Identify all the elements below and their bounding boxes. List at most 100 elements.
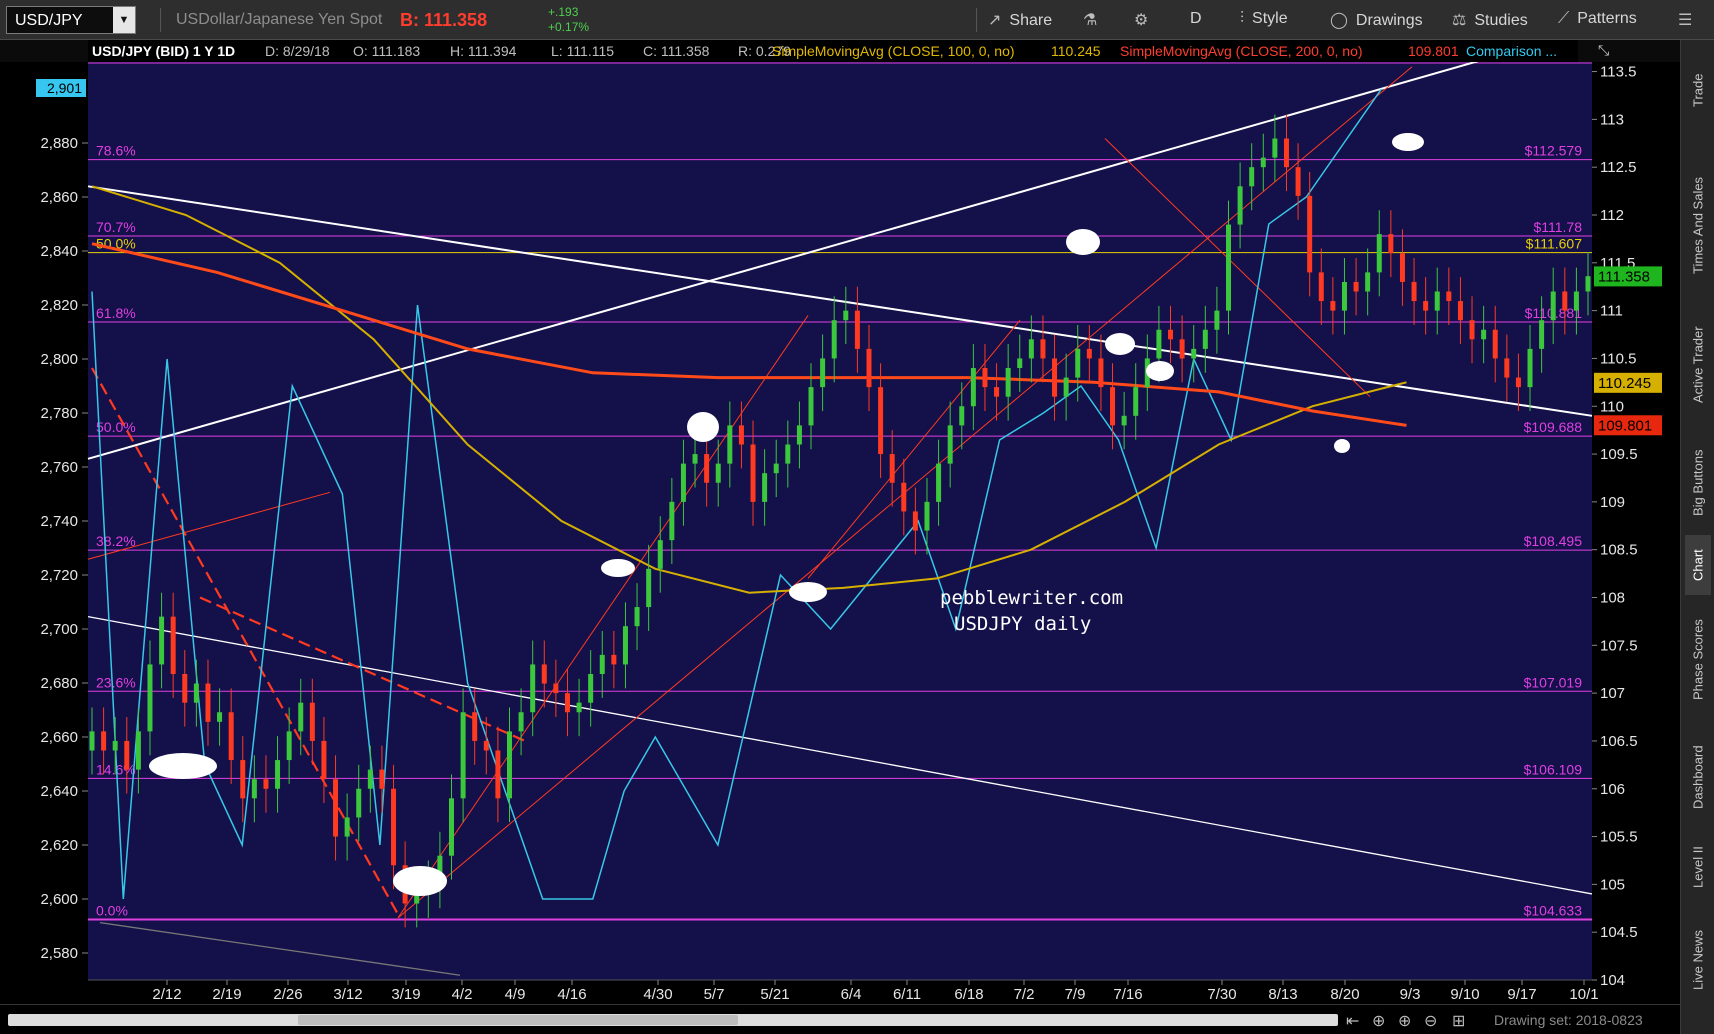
chart-area[interactable]: 2,580 2,600 2,620 2,640 2,660 2,680 2,700 2,720… <box>0 27 1680 1004</box>
x-axis-label: 5/7 <box>704 986 725 1003</box>
candle-body <box>1156 329 1162 359</box>
menu-icon: ☰ <box>1678 12 1693 29</box>
x-axis-label: 4/16 <box>557 986 586 1003</box>
yellow-level-price: $111.607 <box>1526 236 1583 252</box>
fib-pct-label: 50.0% <box>96 419 136 435</box>
candle-body <box>646 568 652 608</box>
left-axis-label: 2,720 <box>40 567 78 584</box>
fib-pct-label: 38.2% <box>96 533 136 549</box>
candle-body <box>831 320 837 359</box>
highlight-ellipse <box>1392 133 1424 151</box>
time-scrollbar[interactable] <box>8 1014 1338 1026</box>
candle-body <box>1202 329 1208 349</box>
chevron-down-icon[interactable]: ▼ <box>113 7 135 33</box>
sma100-label[interactable]: SimpleMovingAvg (CLOSE, 100, 0, no) <box>772 43 1015 59</box>
tab-level-ii[interactable]: Level II <box>1685 835 1711 900</box>
candle-body <box>599 654 605 674</box>
crosshair-icon[interactable]: ⊕ <box>1372 1011 1385 1031</box>
candle-body <box>994 387 1000 397</box>
right-axis-label: 110.5 <box>1600 350 1636 367</box>
candle-body <box>1121 415 1127 426</box>
sma200-label[interactable]: SimpleMovingAvg (CLOSE, 200, 0, no) <box>1120 43 1363 59</box>
candle-body <box>1133 387 1139 416</box>
left-axis-label: 2,660 <box>40 729 78 746</box>
bottom-bar: ⇤ ⊕ ⊕ ⊖ ⊞ Drawing set: 2018-0823 <box>0 1004 1680 1034</box>
pan-icon[interactable]: ⊞ <box>1452 1011 1465 1031</box>
candle-body <box>449 798 455 856</box>
candle-body <box>1098 358 1104 388</box>
x-axis-label: 9/10 <box>1450 986 1479 1003</box>
period-button[interactable]: D <box>1190 10 1202 28</box>
settings-button[interactable]: ⚙ <box>1134 10 1156 30</box>
share-button[interactable]: ↗ Share <box>988 10 1052 30</box>
tab-trade[interactable]: Trade <box>1685 50 1711 130</box>
drawings-button[interactable]: ◯ Drawings <box>1330 10 1423 30</box>
candle-body <box>1307 195 1313 273</box>
studies-button[interactable]: ⚖ Studies <box>1452 10 1528 30</box>
menu-button[interactable]: ☰ <box>1678 10 1700 30</box>
candle-body <box>622 626 628 665</box>
candle-body <box>936 463 942 502</box>
tab-active-trader[interactable]: Active Trader <box>1685 310 1711 420</box>
left-axis-label: 2,800 <box>40 351 78 368</box>
candle-body <box>1446 291 1452 302</box>
scrollbar-thumb[interactable] <box>298 1015 738 1025</box>
style-icon: ⫶ <box>1240 10 1245 27</box>
tab-dashboard[interactable]: Dashboard <box>1685 730 1711 825</box>
x-axis-label: 2/26 <box>273 986 302 1003</box>
candle-body <box>1585 276 1591 292</box>
tab-times-and-sales[interactable]: Times And Sales <box>1685 155 1711 295</box>
tab-chart[interactable]: Chart <box>1685 535 1711 595</box>
candle-body <box>866 348 872 388</box>
style-button[interactable]: ⫶ Style <box>1240 10 1288 28</box>
candle-body <box>588 674 594 703</box>
price-chart[interactable]: 2,580 2,600 2,620 2,640 2,660 2,680 2,700 2,720… <box>0 27 1680 1004</box>
candle-body <box>1214 310 1220 330</box>
price-tag-text: 110.245 <box>1598 375 1651 392</box>
zoom-in-icon[interactable]: ⊕ <box>1398 1011 1411 1031</box>
candle-body <box>912 511 918 531</box>
candle-body <box>773 463 779 474</box>
candle-body <box>959 406 965 426</box>
left-axis-label: 2,840 <box>40 243 78 260</box>
highlight-ellipse <box>393 866 447 896</box>
candle-body <box>1272 138 1278 158</box>
candle-body <box>1295 167 1301 196</box>
candle-body <box>1191 348 1197 359</box>
symbol-selector[interactable]: USD/JPY ▼ <box>6 6 136 34</box>
candle-body <box>820 358 826 388</box>
candle-body <box>1399 253 1405 282</box>
tab-live-news[interactable]: Live News <box>1685 915 1711 1005</box>
expand-icon[interactable]: ⤡ <box>1598 42 1609 59</box>
candle-body <box>217 712 223 722</box>
zoom-out-icon[interactable]: ⊖ <box>1424 1011 1437 1031</box>
ellipse-icon: ◯ <box>1330 12 1348 29</box>
scroll-left-icon[interactable]: ⇤ <box>1346 1011 1359 1031</box>
tab-phase-scores[interactable]: Phase Scores <box>1685 605 1711 715</box>
right-axis-label: 104.5 <box>1600 924 1638 941</box>
comparison-label[interactable]: Comparison ... <box>1466 43 1557 59</box>
candle-body <box>460 712 466 799</box>
candle-body <box>680 463 686 502</box>
left-axis-label: 2,860 <box>40 189 78 206</box>
fib-price-label: $104.633 <box>1524 902 1583 918</box>
left-axis-label: 2,600 <box>40 891 78 908</box>
right-axis-label: 108 <box>1600 590 1625 607</box>
candle-body <box>1550 291 1556 321</box>
x-axis-label: 4/30 <box>643 986 672 1003</box>
candle-body <box>843 310 849 321</box>
candle-body <box>1388 234 1394 254</box>
watermark-line-2: USDJPY daily <box>954 613 1091 635</box>
bar-open: O: 111.183 <box>353 43 421 59</box>
tab-big-buttons[interactable]: Big Buttons <box>1685 435 1711 530</box>
chart-title: USD/JPY (BID) 1 Y 1D <box>92 43 236 59</box>
right-axis-label: 107 <box>1600 685 1625 702</box>
candle-body <box>344 817 350 837</box>
symbol-description: USDollar/Japanese Yen Spot <box>176 11 383 28</box>
patterns-button[interactable]: ⟋ Patterns <box>1558 10 1637 28</box>
candle-body <box>135 731 141 770</box>
flask-button[interactable]: ⚗ <box>1083 10 1105 30</box>
candle-body <box>483 740 489 751</box>
candle-body <box>1260 157 1266 168</box>
candle-body <box>1457 301 1463 321</box>
